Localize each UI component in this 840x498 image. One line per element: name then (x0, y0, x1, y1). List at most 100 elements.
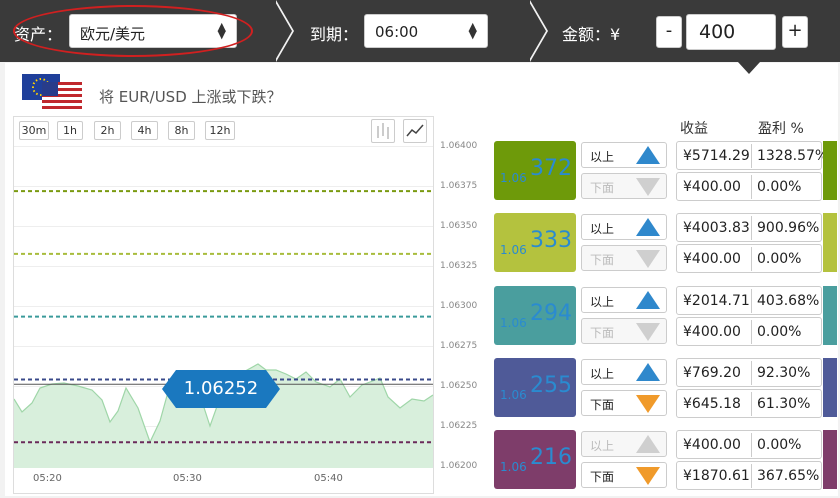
divider (751, 361, 752, 385)
below-label: 下面 (590, 470, 615, 484)
above-label: 以上 (590, 367, 615, 381)
eu-us-flag-icon (22, 74, 82, 110)
select-caret-icon: ▲ ▼ (468, 20, 477, 41)
up-arrow-icon (636, 363, 660, 381)
divider (274, 0, 292, 62)
profit-value: 0.00% (757, 179, 802, 195)
payout-value: ¥4003.83 (683, 220, 750, 236)
up-arrow-icon (636, 218, 660, 236)
below-payout-box: ¥400.00 0.00% (676, 244, 822, 273)
strike-tile: 1.06 294 (494, 286, 576, 345)
up-arrow-icon (636, 435, 660, 453)
y-tick-label: 1.06250 (440, 381, 478, 391)
strike-prefix: 1.06 (500, 460, 527, 474)
profit-value: 0.00% (757, 437, 802, 453)
down-arrow-icon (636, 467, 660, 485)
below-label: 下面 (590, 181, 615, 195)
profit-header: 盈利 % (758, 121, 804, 137)
divider (751, 320, 752, 344)
strike-tile: 1.06 333 (494, 213, 576, 272)
timeframe-3-button[interactable]: 4h (131, 121, 158, 140)
above-button[interactable]: 以上 (581, 214, 667, 240)
y-tick-label: 1.06225 (440, 421, 478, 431)
candlestick-chart-button[interactable] (371, 119, 395, 143)
current-price-badge: 1.06252 (162, 370, 280, 408)
payout-header: 收益 (680, 121, 708, 137)
strike-value: 333 (530, 228, 572, 253)
timeframe-2-button[interactable]: 2h (94, 121, 121, 140)
strike-value: 372 (530, 156, 572, 181)
profit-value: 367.65% (757, 468, 820, 484)
amount-input[interactable]: 400 (686, 14, 776, 50)
below-button[interactable]: 下面 (581, 462, 667, 488)
below-payout-box: ¥645.18 61.30% (676, 389, 822, 418)
timeframe-0-button[interactable]: 30m (19, 121, 49, 140)
below-label: 下面 (590, 253, 615, 267)
above-payout-box: ¥4003.83 900.96% (676, 213, 822, 242)
timeframe-5-button[interactable]: 12h (205, 121, 235, 140)
below-button[interactable]: 下面 (581, 173, 667, 199)
down-arrow-icon (636, 323, 660, 341)
down-arrow-icon (636, 250, 660, 268)
profit-value: 900.96% (757, 220, 820, 236)
payout-value: ¥1870.61 (683, 468, 750, 484)
divider (751, 289, 752, 313)
above-label: 以上 (590, 222, 615, 236)
question-text: 将 EUR/USD 上涨或下跌？ (99, 88, 282, 106)
increase-amount-button[interactable]: + (782, 16, 808, 48)
payout-value: ¥400.00 (683, 251, 741, 267)
below-button[interactable]: 下面 (581, 245, 667, 271)
payout-value: ¥400.00 (683, 324, 741, 340)
strike-tile: 1.06 255 (494, 358, 576, 417)
divider (751, 464, 752, 488)
above-payout-box: ¥769.20 92.30% (676, 358, 822, 387)
below-payout-box: ¥1870.61 367.65% (676, 461, 822, 490)
color-strip (823, 213, 837, 272)
highlight-annotation (13, 5, 253, 57)
below-button[interactable]: 下面 (581, 318, 667, 344)
y-tick-label: 1.06300 (440, 301, 478, 311)
above-button[interactable]: 以上 (581, 287, 667, 313)
trading-page: 资产： 欧元/美元 ▲▼ 到期： 06:00 ▲▼ 金额：¥ - 400 + (0, 0, 840, 498)
above-label: 以上 (590, 295, 615, 309)
line-chart-button[interactable] (403, 119, 427, 143)
strike-value: 294 (530, 301, 572, 326)
above-payout-box: ¥5714.29 1328.57% (676, 141, 828, 170)
decrease-amount-button[interactable]: - (656, 16, 682, 48)
below-payout-box: ¥400.00 0.00% (676, 172, 822, 201)
top-bar: 资产： 欧元/美元 ▲ ▼ 到期： 06:00 ▲ ▼ 金额：¥ - 400 + (0, 0, 840, 62)
expiry-label: 到期： (310, 25, 359, 44)
strike-value: 255 (530, 373, 572, 398)
y-tick-label: 1.06325 (440, 261, 478, 271)
above-payout-box: ¥2014.71 403.68% (676, 286, 822, 315)
y-tick-label: 1.06350 (440, 221, 478, 231)
timeframe-4-button[interactable]: 8h (168, 121, 195, 140)
below-label: 下面 (590, 398, 615, 412)
strike-prefix: 1.06 (500, 243, 527, 257)
expiry-select[interactable]: 06:00 ▲ ▼ (364, 14, 488, 48)
below-label: 下面 (590, 326, 615, 340)
profit-value: 92.30% (757, 365, 811, 381)
above-button[interactable]: 以上 (581, 142, 667, 168)
payout-value: ¥400.00 (683, 179, 741, 195)
above-label: 以上 (590, 439, 615, 453)
down-arrow-icon (636, 395, 660, 413)
current-price: 1.06252 (183, 378, 259, 399)
color-strip (823, 141, 837, 200)
profit-value: 1328.57% (757, 148, 829, 164)
down-arrow-icon (636, 178, 660, 196)
payout-value: ¥645.18 (683, 396, 741, 412)
above-button[interactable]: 以上 (581, 359, 667, 385)
payout-value: ¥400.00 (683, 437, 741, 453)
timeframe-1-button[interactable]: 1h (57, 121, 83, 140)
payout-value: ¥769.20 (683, 365, 741, 381)
above-button[interactable]: 以上 (581, 431, 667, 457)
profit-value: 403.68% (757, 293, 820, 309)
below-button[interactable]: 下面 (581, 390, 667, 416)
profit-value: 61.30% (757, 396, 811, 412)
above-payout-box: ¥400.00 0.00% (676, 430, 822, 459)
pointer-arrow (738, 62, 760, 74)
payout-value: ¥5714.29 (683, 148, 750, 164)
x-tick-label: 05:30 (173, 473, 202, 484)
color-strip (823, 286, 837, 345)
